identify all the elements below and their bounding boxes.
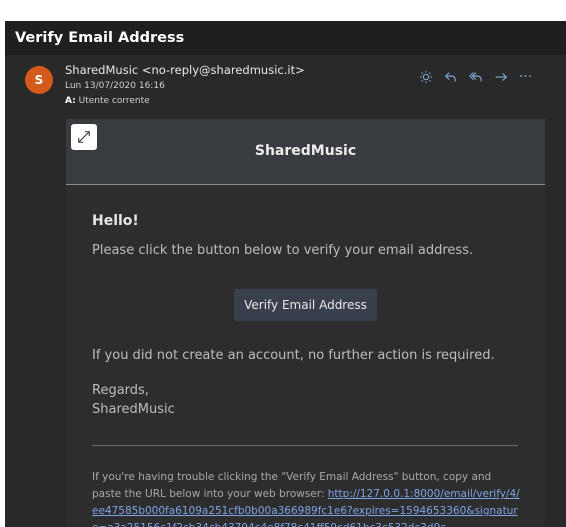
intro-text: Please click the button below to verify …: [92, 243, 474, 258]
email-body: SharedMusic Hello! Please click the butt…: [66, 119, 545, 527]
sender-name[interactable]: SharedMusic <no-reply@sharedmusic.it>: [65, 63, 305, 77]
reply-icon[interactable]: [438, 67, 463, 87]
signature-text: SharedMusic: [92, 402, 175, 417]
to-label: A:: [65, 96, 76, 106]
divider: [92, 445, 518, 446]
verify-email-button[interactable]: Verify Email Address: [234, 289, 377, 321]
regards-text: Regards,: [92, 383, 149, 398]
brand-title: SharedMusic: [254, 143, 357, 159]
sender-avatar[interactable]: S: [25, 66, 53, 94]
email-header: S SharedMusic <no-reply@sharedmusic.it> …: [5, 55, 566, 111]
message-actions: ···: [413, 67, 538, 87]
recipient[interactable]: Utente corrente: [79, 96, 150, 106]
email-reading-pane: Verify Email Address S SharedMusic <no-r…: [5, 21, 566, 527]
forward-icon[interactable]: [488, 67, 513, 87]
footer-text: If you're having trouble clicking the "V…: [92, 469, 522, 527]
greeting: Hello!: [92, 213, 139, 229]
no-account-text: If you did not create an account, no fur…: [92, 348, 495, 363]
email-date: Lun 13/07/2020 16:16: [65, 81, 165, 91]
reply-all-icon[interactable]: [463, 67, 488, 87]
email-subject: Verify Email Address: [15, 30, 185, 46]
subject-bar: Verify Email Address: [5, 21, 566, 55]
sun-icon[interactable]: [413, 67, 438, 87]
recipient-line: A: Utente corrente: [65, 96, 150, 106]
more-icon[interactable]: ···: [513, 67, 538, 87]
email-banner: SharedMusic: [66, 119, 545, 185]
